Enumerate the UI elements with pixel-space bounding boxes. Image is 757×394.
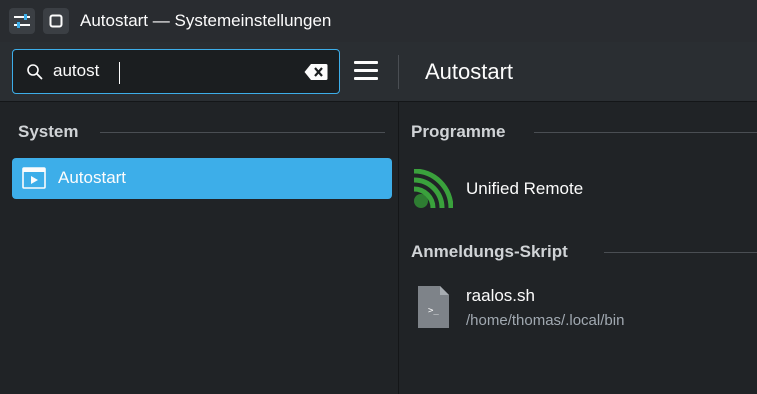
text-cursor	[119, 62, 120, 84]
title-bar: Autostart — Systemeinstellungen	[0, 0, 757, 42]
header-divider	[398, 55, 399, 89]
search-field[interactable]: autost	[12, 49, 340, 94]
sidebar-item-label: Autostart	[58, 168, 127, 187]
window-title: Autostart — Systemeinstellungen	[80, 11, 332, 30]
section-programme: Programme	[411, 122, 506, 141]
entry-raalos-sh[interactable]: raalos.sh	[466, 286, 535, 306]
search-input[interactable]: autost	[53, 61, 99, 81]
sidebar-item-autostart[interactable]: Autostart	[12, 158, 392, 199]
window-pin-icon	[49, 14, 63, 28]
section-divider	[100, 132, 385, 133]
section-anmeldungs-skript: Anmeldungs-Skript	[411, 242, 568, 261]
keep-above-button[interactable]	[43, 8, 69, 34]
sidebar	[0, 102, 398, 394]
entry-unified-remote[interactable]: Unified Remote	[466, 179, 583, 199]
hamburger-menu-button[interactable]	[354, 61, 380, 83]
clear-search-icon[interactable]	[304, 63, 328, 81]
script-file-icon: >_	[418, 286, 449, 328]
menu-icon	[354, 61, 378, 64]
page-title: Autostart	[425, 59, 514, 84]
entry-path: /home/thomas/.local/bin	[466, 312, 625, 329]
section-divider	[534, 132, 757, 133]
unified-remote-icon	[413, 169, 453, 209]
app-menu-button[interactable]	[9, 8, 35, 34]
section-divider	[604, 252, 757, 253]
settings-sliders-icon	[14, 14, 30, 28]
svg-text:>_: >_	[428, 306, 439, 316]
sidebar-section-system: System	[18, 122, 79, 141]
search-icon	[27, 64, 43, 80]
autostart-icon	[22, 167, 46, 189]
